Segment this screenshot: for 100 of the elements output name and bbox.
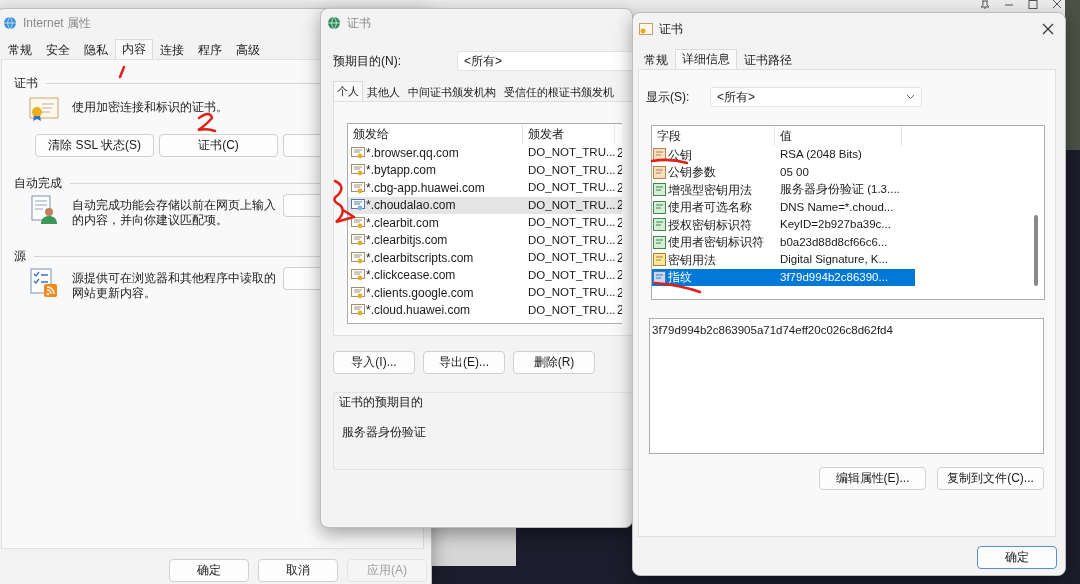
field-icon (653, 270, 666, 284)
table-cell-text: DO_NOT_TRU... (527, 197, 615, 213)
table-cell-text: b0a23d88d8cf66c6... (779, 234, 889, 250)
show-dropdown[interactable]: <所有> (710, 87, 922, 107)
tab[interactable]: 常规 (637, 51, 675, 69)
field-icon (653, 253, 666, 267)
tab[interactable]: 连接 (153, 41, 191, 59)
certificate-icon (351, 234, 365, 247)
description-text: 源提供可在浏览器和其他程序中读取的网站更新内容。 (72, 271, 277, 301)
field-icon (653, 218, 666, 232)
tab[interactable]: 安全 (39, 41, 77, 59)
button[interactable]: 复制到文件(C)... (937, 467, 1044, 490)
list-row[interactable]: 公钥参数 05 00 (652, 163, 1044, 181)
field-icon (653, 183, 666, 197)
list-row[interactable]: 密钥用法 Digital Signature, K... (652, 251, 1044, 269)
table-cell-text: DNS Name=*.choud... (779, 199, 895, 215)
annotation-scribble (118, 65, 126, 79)
ok-button[interactable]: 确定 (977, 546, 1057, 569)
table-cell-text: 服务器身份验证 (1.3.... (779, 182, 901, 197)
tab[interactable]: 受信任的根证书颁发机 (500, 83, 618, 101)
tab[interactable]: 证书路径 (737, 51, 799, 69)
tab[interactable]: 详细信息 (675, 49, 737, 69)
field-icon (653, 235, 666, 249)
table-cell: 授权密钥标识符 (668, 216, 752, 234)
scrollbar-thumb[interactable] (1034, 215, 1038, 286)
column-header[interactable]: 值 (775, 126, 902, 146)
table-cell-text: DO_NOT_TRU... (527, 180, 615, 196)
list-row[interactable]: 使用者密钥标识符 b0a23d88d8cf66c6... (652, 233, 1044, 251)
globe-icon (3, 16, 17, 30)
dropdown-value: <所有> (464, 53, 502, 70)
button[interactable]: 导入(I)... (333, 351, 415, 374)
tab[interactable]: 隐私 (77, 41, 115, 59)
list-row[interactable]: 使用者可选名称 DNS Name=*.choud... (652, 198, 1044, 216)
button[interactable] (283, 134, 321, 157)
table-cell-text: 指纹 (668, 269, 692, 286)
table-cell-text: DO_NOT_TRU... (527, 145, 615, 161)
field-icon (653, 165, 666, 179)
button[interactable]: 删除(R) (513, 351, 595, 374)
section-heading: 自动完成 (14, 175, 62, 192)
button[interactable]: 清除 SSL 状态(S) (35, 134, 154, 157)
purpose-dropdown[interactable]: <所有> (457, 51, 632, 71)
tab[interactable]: 其他人 (363, 83, 404, 101)
table-cell-text: *.browser.qq.com (366, 144, 459, 162)
field-icon (653, 148, 666, 162)
column-header[interactable]: 颁发者 (523, 124, 615, 144)
button[interactable]: 证书(C) (159, 134, 278, 157)
tab[interactable]: 内容 (115, 39, 153, 59)
window-title: 证书 (347, 15, 371, 32)
list-row[interactable]: 指纹 3f79d994b2c86390... (652, 268, 1044, 286)
table-cell-text: 公钥参数 (668, 164, 716, 181)
certificate-icon (351, 216, 365, 229)
table-cell: 密钥用法 (668, 251, 716, 269)
value-textarea[interactable]: 3f79d994b2c863905a71d74eff20c026c8d62fd4 (649, 318, 1044, 454)
table-cell-text: DO_NOT_TRU... (527, 302, 615, 318)
button[interactable]: 确定 (169, 559, 249, 582)
table-cell-text: *.choudalao.com (366, 197, 456, 215)
maximize-icon[interactable] (1028, 0, 1038, 9)
close-icon[interactable] (1052, 0, 1062, 9)
annotation-arrow (333, 179, 356, 224)
table-cell: 3f79d994b2c86390... (775, 268, 915, 286)
certificate-icon (351, 181, 365, 194)
table-cell-text: *.clearbit.com (366, 214, 439, 232)
table-cell-text: 使用者密钥标识符 (668, 234, 764, 251)
list-row[interactable]: 授权密钥标识符 KeyID=2b927ba39c... (652, 216, 1044, 234)
field-icon (653, 200, 666, 214)
table-cell-text: RSA (2048 Bits) (779, 147, 863, 162)
button[interactable]: 取消 (258, 559, 338, 582)
table-cell-text: Digital Signature, K... (779, 252, 890, 267)
dropdown-value: <所有> (717, 89, 755, 106)
table-cell-text: DO_NOT_TRU... (527, 162, 615, 178)
table-cell-text: *.cloud.huawei.com (366, 302, 471, 320)
table-cell-text: *.bytapp.com (366, 162, 437, 180)
pin-icon[interactable] (980, 0, 990, 9)
table-cell-text: *.clickcease.com (366, 267, 456, 285)
document-person-icon (29, 195, 59, 225)
table-cell-text: *.clearbitjs.com (366, 232, 448, 250)
tab[interactable]: 个人 (333, 81, 363, 101)
table-cell-text: DO_NOT_TRU... (527, 250, 615, 266)
column-header[interactable]: 颁发给 (348, 124, 523, 144)
table-cell-text: DO_NOT_TRU... (527, 267, 615, 283)
button[interactable]: 编辑属性(E)... (819, 467, 926, 490)
table-cell-text: *.clearbitscripts.com (366, 249, 474, 267)
button[interactable] (283, 267, 321, 290)
tab[interactable]: 常规 (1, 41, 39, 59)
section-heading: 源 (14, 248, 26, 265)
tab[interactable]: 中间证书颁发机构 (404, 83, 500, 101)
close-icon[interactable] (1042, 23, 1054, 35)
section-heading: 证书 (14, 75, 38, 92)
group-text: 服务器身份验证 (342, 424, 427, 441)
chevron-down-icon (906, 94, 915, 100)
column-header[interactable]: 字段 (652, 126, 775, 146)
tab[interactable]: 程序 (191, 41, 229, 59)
certificate-icon (351, 251, 365, 264)
button[interactable] (283, 194, 321, 217)
window-title: Internet 属性 (23, 15, 92, 32)
window-title: 证书 (659, 21, 684, 38)
list-row[interactable]: 增强型密钥用法 服务器身份验证 (1.3.... (652, 181, 1044, 199)
tab[interactable]: 高级 (229, 41, 267, 59)
button[interactable]: 导出(E)... (423, 351, 505, 374)
table-cell-text: 使用者可选名称 (668, 199, 752, 216)
